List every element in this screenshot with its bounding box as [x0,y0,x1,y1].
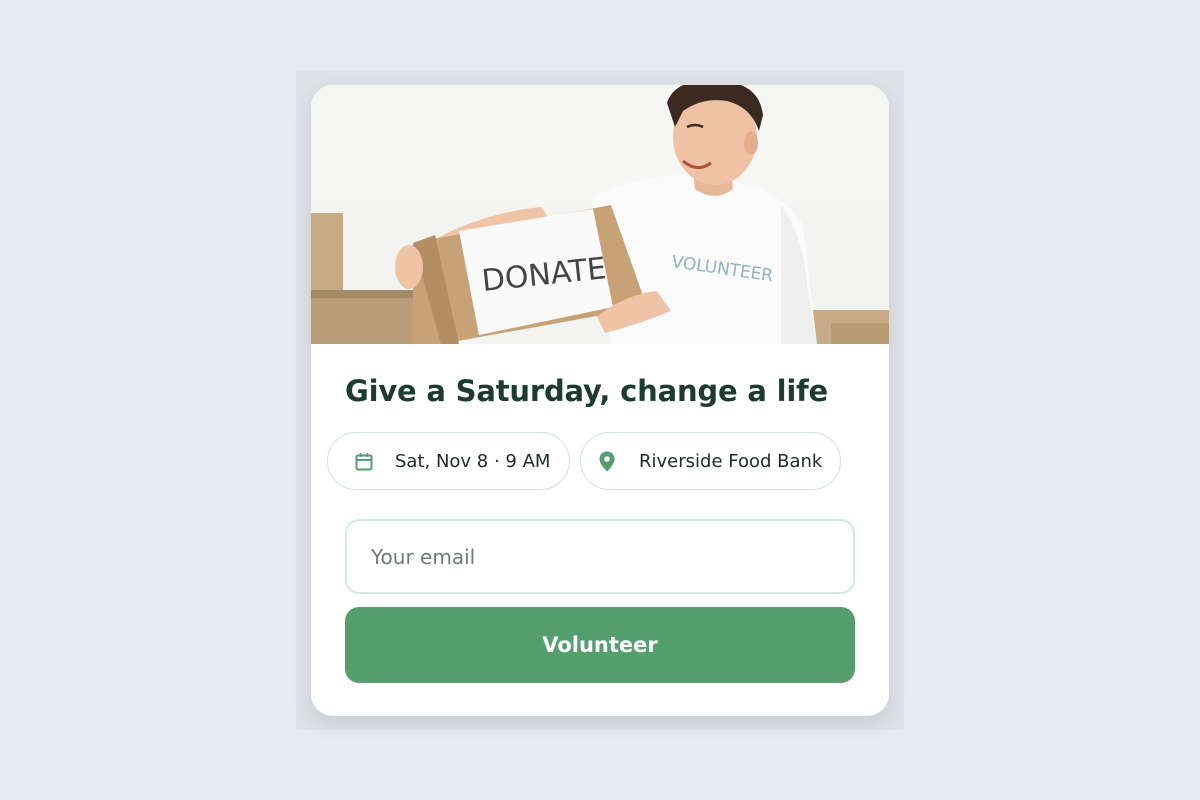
date-chip: Sat, Nov 8 · 9 AM [327,432,570,490]
calendar-icon [354,451,374,471]
email-input[interactable] [345,519,855,594]
map-pin-icon [597,451,617,471]
volunteer-card: VOLUNTEER DONATE Give a Saturday, change… [311,85,889,716]
card-title: Give a Saturday, change a life [345,374,828,408]
hero-image: VOLUNTEER DONATE [311,85,889,344]
location-chip: Riverside Food Bank [580,432,841,490]
location-label: Riverside Food Bank [639,450,823,472]
volunteer-button[interactable]: Volunteer [345,607,855,683]
date-label: Sat, Nov 8 · 9 AM [395,450,551,472]
